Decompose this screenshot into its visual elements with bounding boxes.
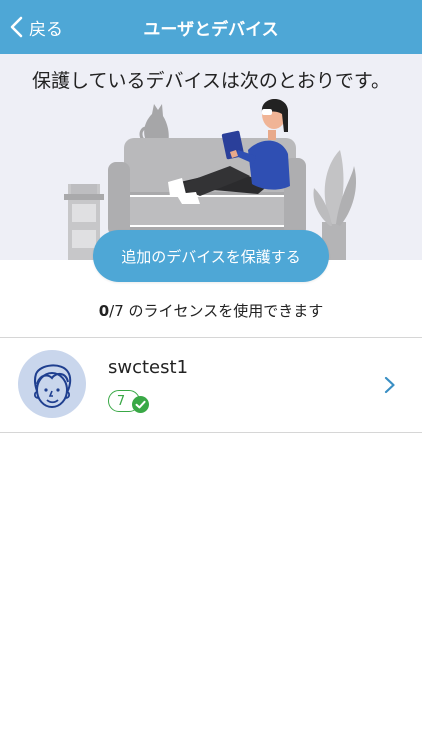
license-usage-text: 0/7 のライセンスを使用できます [0,300,422,321]
divider-bottom [0,432,422,433]
top-navigation-bar: 戻る ユーザとデバイス [0,0,422,54]
avatar [18,350,86,418]
add-device-button[interactable]: 追加のデバイスを保護する [93,230,329,282]
chevron-right-icon [384,376,395,394]
user-name: swctest1 [108,357,189,378]
hero-heading: 保護しているデバイスは次のとおりです。 [32,70,390,92]
license-used-count: 0 [98,302,110,320]
person-face-icon [33,364,72,408]
check-circle-icon [132,396,149,413]
user-row[interactable]: swctest1 7 [0,339,422,432]
divider-top [0,337,422,338]
page-title: ユーザとデバイス [143,20,279,40]
license-total-text: /7 のライセンスを使用できます [109,302,324,320]
